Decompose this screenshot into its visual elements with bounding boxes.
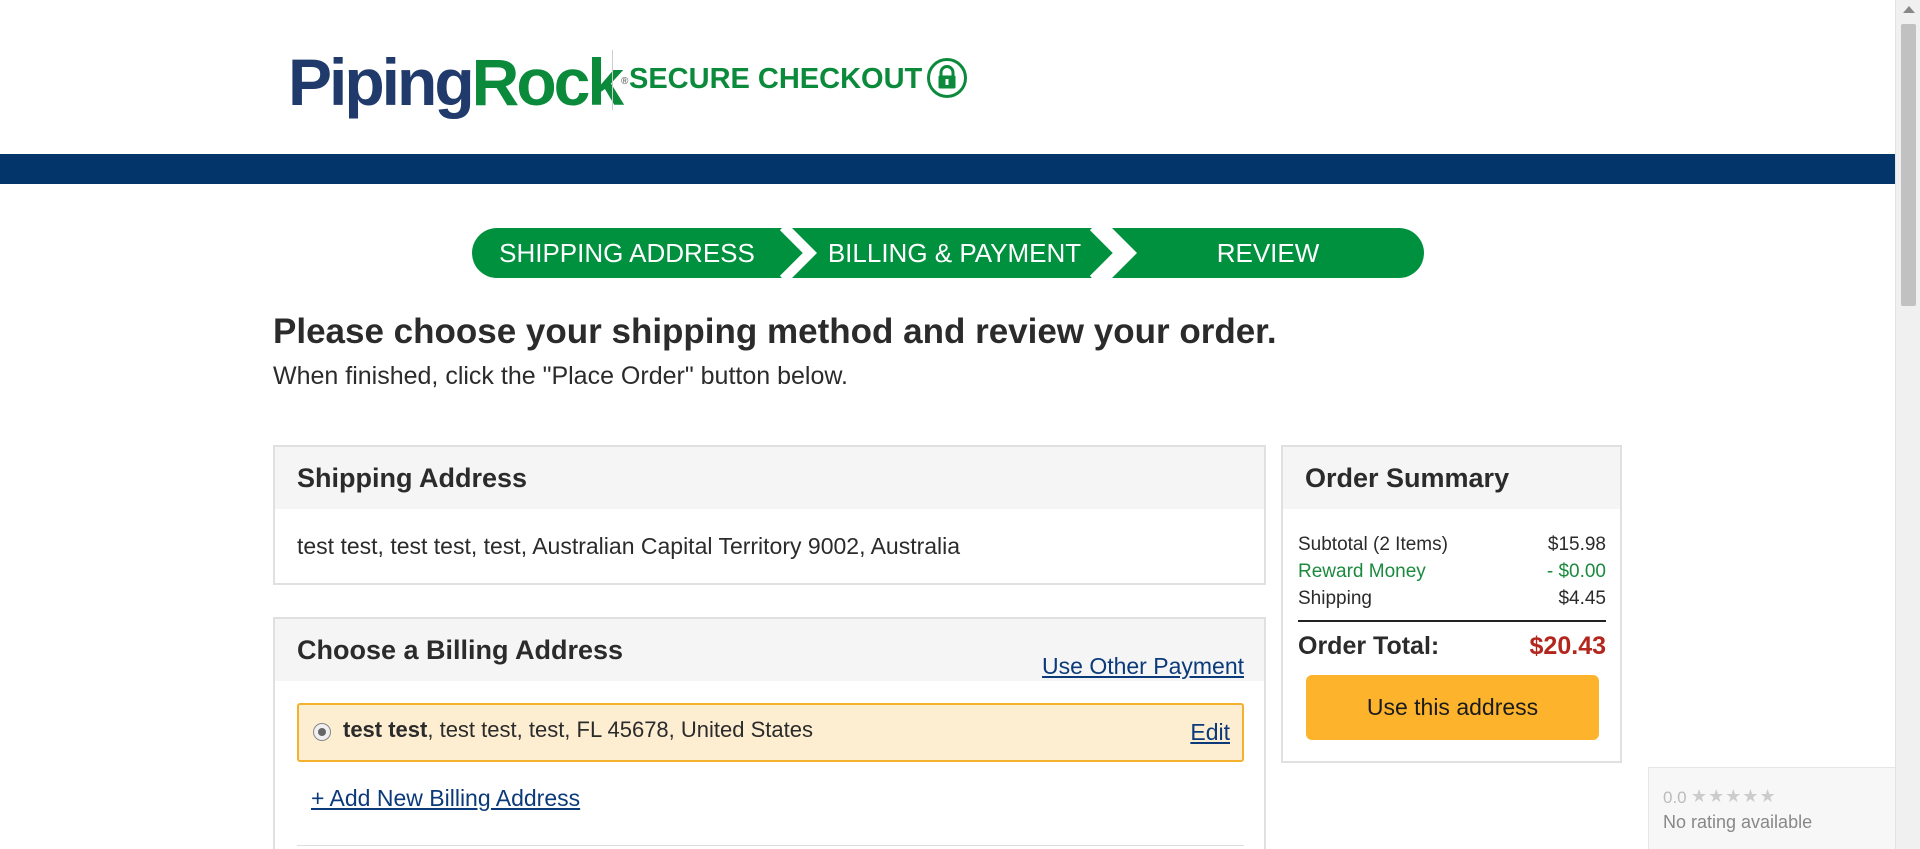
step-billing-payment: BILLING & PAYMENT <box>827 238 1082 268</box>
billing-divider <box>297 845 1244 846</box>
shipping-address-text: test test, test test, test, Australian C… <box>297 533 961 559</box>
subtotal-label: Subtotal (2 Items) <box>1298 534 1448 555</box>
billing-address-name: test test <box>343 717 428 742</box>
rating-badge[interactable]: 0.0 ★★★★★ No rating available <box>1648 767 1895 849</box>
order-total-label: Order Total: <box>1298 632 1440 660</box>
billing-address-heading: Choose a Billing Address Use Other Payme… <box>275 619 1264 681</box>
order-total-row: Order Total: $20.43 <box>1298 628 1606 664</box>
shipping-address-heading: Shipping Address <box>275 447 1264 509</box>
use-this-address-button[interactable]: Use this address <box>1306 675 1599 740</box>
scroll-up-arrow-icon[interactable] <box>1903 6 1915 13</box>
logo-text-piping: Piping <box>288 45 475 119</box>
shipping-value: $4.45 <box>1558 588 1606 609</box>
reward-money-row: Reward Money - $0.00 <box>1298 558 1606 585</box>
edit-billing-address-link[interactable]: Edit <box>1190 719 1230 746</box>
checkout-page: PipingRock® SECURE CHECKOUT SHIPPING ADD… <box>0 0 1920 849</box>
vertical-scrollbar[interactable] <box>1895 0 1920 849</box>
step-shipping-address: SHIPPING ADDRESS <box>499 238 755 268</box>
use-other-payment-link[interactable]: Use Other Payment <box>1042 635 1244 697</box>
lock-icon <box>927 58 967 98</box>
header-divider <box>612 50 613 110</box>
add-new-billing-address-link[interactable]: + Add New Billing Address <box>311 785 580 812</box>
step-review: REVIEW <box>1216 238 1320 268</box>
billing-address-radio[interactable] <box>313 723 331 741</box>
header-band <box>0 154 1895 184</box>
scrollbar-thumb[interactable] <box>1901 24 1916 306</box>
shipping-row: Shipping $4.45 <box>1298 585 1606 612</box>
pipingrock-logo[interactable]: PipingRock® <box>288 44 628 120</box>
shipping-label: Shipping <box>1298 588 1372 609</box>
rating-score: 0.0 <box>1663 788 1687 807</box>
checkout-progress: SHIPPING ADDRESS BILLING & PAYMENT REVIE… <box>472 228 1424 278</box>
page-subtitle: When finished, click the "Place Order" b… <box>273 362 848 390</box>
billing-address-text: test test, test test, test, FL 45678, Un… <box>343 717 813 743</box>
order-total-value: $20.43 <box>1529 632 1606 660</box>
page-title: Please choose your shipping method and r… <box>273 312 1277 351</box>
header: PipingRock® SECURE CHECKOUT <box>0 0 1895 154</box>
logo-text-rock: Rock <box>471 45 624 119</box>
secure-checkout-label: SECURE CHECKOUT <box>629 63 923 95</box>
reward-money-value: - $0.00 <box>1546 561 1606 582</box>
rating-stars-icon: ★★★★★ <box>1691 786 1777 806</box>
reward-money-label: Reward Money <box>1298 561 1426 582</box>
billing-address-option[interactable]: test test, test test, test, FL 45678, Un… <box>297 703 1244 762</box>
order-summary-heading: Order Summary <box>1283 447 1620 509</box>
order-summary-rows: Subtotal (2 Items) $15.98 Reward Money -… <box>1283 509 1620 664</box>
billing-address-panel: Choose a Billing Address Use Other Payme… <box>273 617 1266 849</box>
shipping-address-panel: Shipping Address test test, test test, t… <box>273 445 1266 585</box>
rating-text: No rating available <box>1663 812 1813 832</box>
billing-address-details: , test test, test, FL 45678, United Stat… <box>427 717 813 742</box>
subtotal-value: $15.98 <box>1547 534 1606 555</box>
order-summary-panel: Order Summary Subtotal (2 Items) $15.98 … <box>1281 445 1622 763</box>
summary-divider <box>1298 620 1606 622</box>
billing-address-title: Choose a Billing Address <box>297 635 624 665</box>
logo-registered-mark: ® <box>621 76 629 87</box>
subtotal-row: Subtotal (2 Items) $15.98 <box>1298 531 1606 558</box>
